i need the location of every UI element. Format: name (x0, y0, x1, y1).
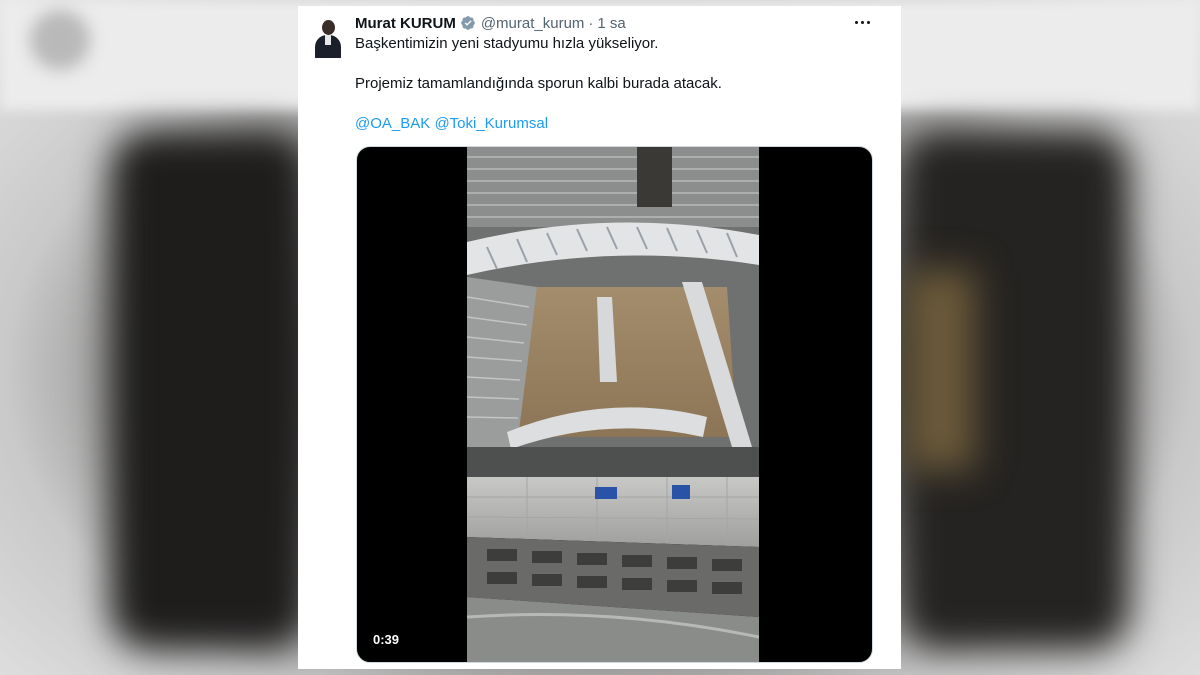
background-blur-left (110, 130, 310, 650)
author-avatar[interactable] (312, 18, 344, 58)
tweet-mentions: @OA_BAK @Toki_Kurumsal (355, 115, 548, 132)
mention-link[interactable]: @OA_BAK (355, 115, 430, 132)
tweet-text-line2: Projemiz tamamlandığında sporun kalbi bu… (355, 75, 722, 92)
video-player[interactable]: 0:39 (356, 146, 873, 663)
video-thumbnail[interactable] (467, 147, 759, 662)
tweet-timestamp[interactable]: 1 sa (597, 15, 625, 32)
background-blur-avatar (30, 10, 90, 70)
author-name[interactable]: Murat KURUM (355, 15, 456, 32)
background-blur-accent (905, 270, 975, 470)
more-dot (867, 21, 870, 24)
more-dot (861, 21, 864, 24)
more-dot (855, 21, 858, 24)
video-duration: 0:39 (369, 631, 404, 648)
tweet-card[interactable]: Murat KURUM @murat_kurum · 1 sa Başkenti… (298, 6, 901, 669)
tweet-text-line1: Başkentimizin yeni stadyumu hızla yüksel… (355, 35, 659, 52)
mention-link[interactable]: @Toki_Kurumsal (434, 115, 548, 132)
author-handle[interactable]: @murat_kurum (481, 15, 585, 32)
verified-badge-icon[interactable] (460, 15, 476, 31)
more-options-icon[interactable] (851, 12, 875, 32)
avatar-collar (325, 35, 331, 45)
tweet-header: Murat KURUM @murat_kurum · 1 sa (355, 13, 626, 33)
avatar-head (322, 20, 335, 35)
separator-dot: · (588, 14, 594, 32)
